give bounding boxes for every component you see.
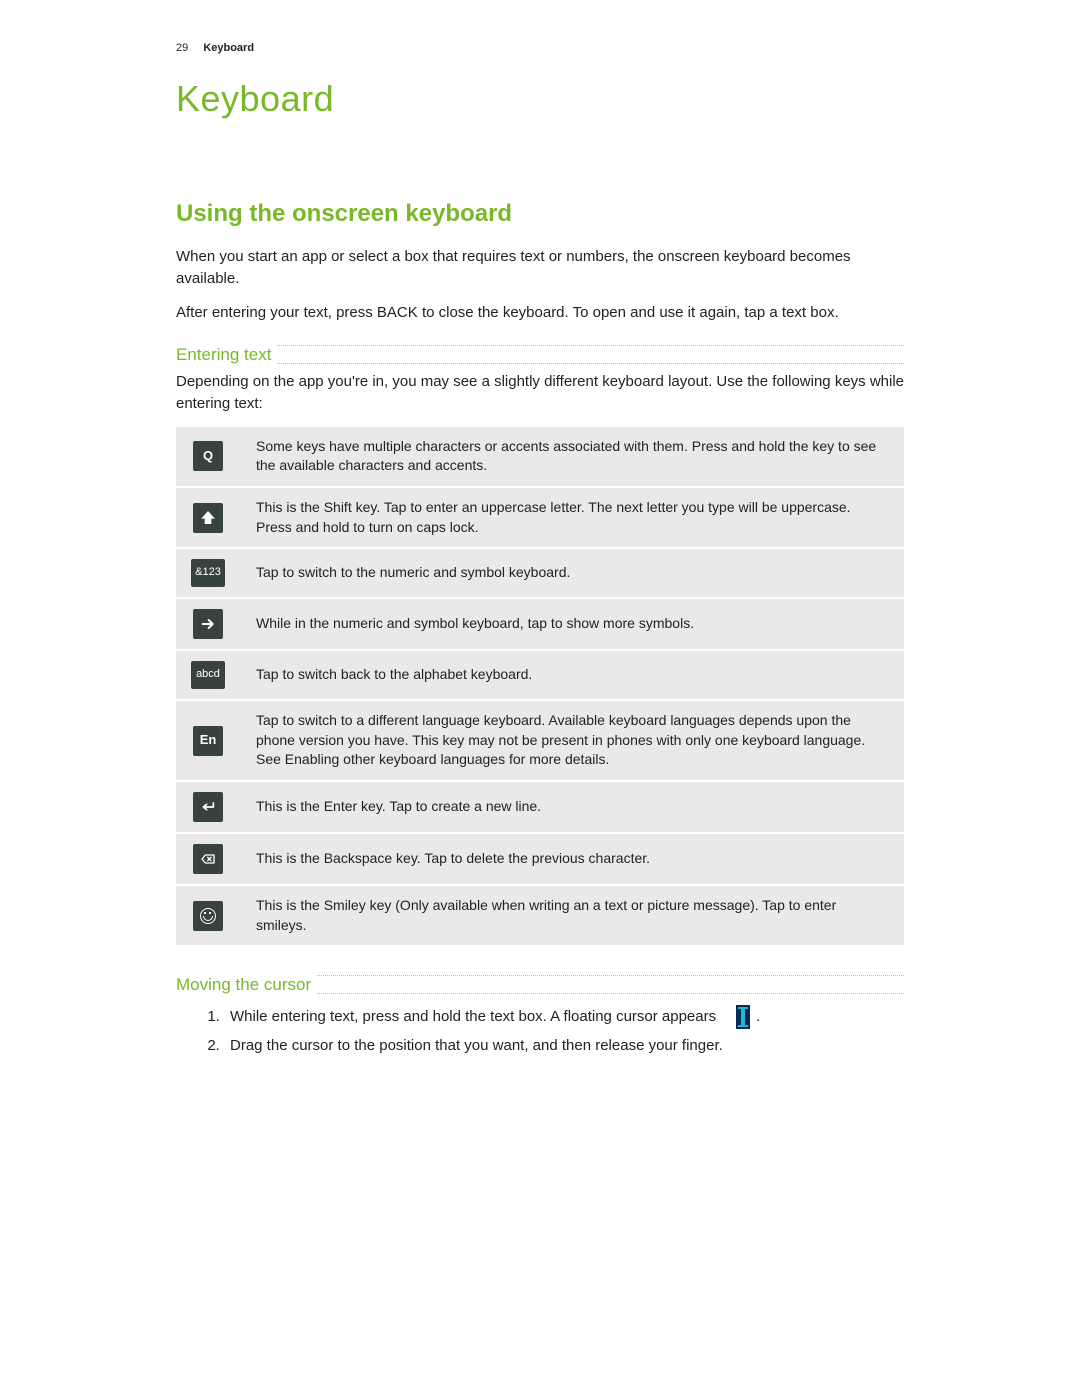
key-description: This is the Backspace key. Tap to delete… (246, 833, 904, 885)
key-icon-cell (176, 487, 246, 548)
key-description: This is the Smiley key (Only available w… (246, 885, 904, 946)
table-row: En Tap to switch to a different language … (176, 700, 904, 781)
key-icon-cell (176, 833, 246, 885)
intro-paragraph-2: After entering your text, press BACK to … (176, 302, 904, 324)
table-row: Q Some keys have multiple characters or a… (176, 427, 904, 487)
floating-cursor-icon (736, 1005, 750, 1029)
key-icon-cell: &123 (176, 548, 246, 598)
arrow-right-key-icon (193, 609, 223, 639)
key-icon-cell: Q (176, 427, 246, 487)
table-row: This is the Smiley key (Only available w… (176, 885, 904, 946)
document-page: 29 Keyboard Keyboard Using the onscreen … (0, 0, 1080, 1397)
table-row: &123 Tap to switch to the numeric and sym… (176, 548, 904, 598)
key-description: Tap to switch back to the alphabet keybo… (246, 650, 904, 700)
key-description: Tap to switch to the numeric and symbol … (246, 548, 904, 598)
decorative-rule (176, 345, 904, 346)
chapter-title: Keyboard (176, 78, 904, 120)
smiley-key-icon (193, 901, 223, 931)
&123-key-icon: &123 (191, 559, 225, 587)
subheading-entering-text: Entering text (176, 345, 904, 365)
table-row: This is the Backspace key. Tap to delete… (176, 833, 904, 885)
backspace-key-icon (193, 844, 223, 874)
abcd-key-icon: abcd (191, 661, 225, 689)
key-icon-cell (176, 598, 246, 650)
list-item: While entering text, press and hold the … (224, 1003, 904, 1032)
key-description: Tap to switch to a different language ke… (246, 700, 904, 781)
page-header: 29 Keyboard (176, 42, 904, 54)
key-icon-cell: abcd (176, 650, 246, 700)
shift-key-icon (193, 503, 223, 533)
step-text: Drag the cursor to the position that you… (230, 1037, 723, 1054)
decorative-rule (176, 363, 904, 364)
page-number: 29 (176, 42, 188, 54)
steps-list: While entering text, press and hold the … (176, 1003, 904, 1060)
key-description: This is the Shift key. Tap to enter an u… (246, 487, 904, 548)
key-icon-cell (176, 781, 246, 833)
key-icon-cell: En (176, 700, 246, 781)
list-item: Drag the cursor to the position that you… (224, 1032, 904, 1061)
header-breadcrumb-bold: Keyboard (203, 42, 254, 54)
table-row: This is the Shift key. Tap to enter an u… (176, 487, 904, 548)
key-description: While in the numeric and symbol keyboard… (246, 598, 904, 650)
table-row: abcd Tap to switch back to the alphabet k… (176, 650, 904, 700)
section-title: Using the onscreen keyboard (176, 200, 904, 228)
subheading-label: Entering text (176, 345, 277, 365)
enter-key-icon (193, 792, 223, 822)
step-period: . (756, 1003, 760, 1032)
subheading-moving-cursor: Moving the cursor (176, 975, 904, 995)
Q-key-icon: Q (193, 441, 223, 471)
entering-text-paragraph: Depending on the app you're in, you may … (176, 371, 904, 415)
key-description: This is the Enter key. Tap to create a n… (246, 781, 904, 833)
key-description: Some keys have multiple characters or ac… (246, 427, 904, 487)
key-icon-cell (176, 885, 246, 946)
table-row: While in the numeric and symbol keyboard… (176, 598, 904, 650)
En-key-icon: En (193, 726, 223, 756)
key-reference-table: Q Some keys have multiple characters or a… (176, 427, 904, 947)
subheading-label: Moving the cursor (176, 975, 317, 995)
step-text: While entering text, press and hold the … (230, 1003, 716, 1032)
table-row: This is the Enter key. Tap to create a n… (176, 781, 904, 833)
intro-paragraph-1: When you start an app or select a box th… (176, 246, 904, 290)
